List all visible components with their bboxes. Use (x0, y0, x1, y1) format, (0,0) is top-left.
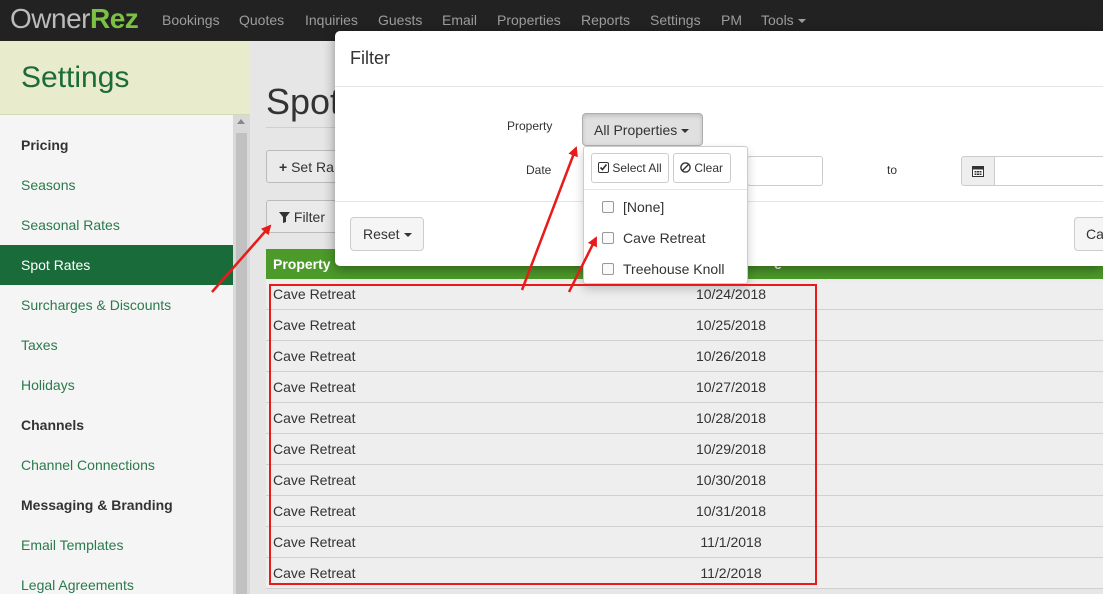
annotation-arrows (211, 146, 598, 293)
arrow-to-property-dropdown (520, 146, 578, 291)
arrow-to-cave-retreat (567, 236, 598, 293)
arrow-to-filter (211, 224, 272, 293)
